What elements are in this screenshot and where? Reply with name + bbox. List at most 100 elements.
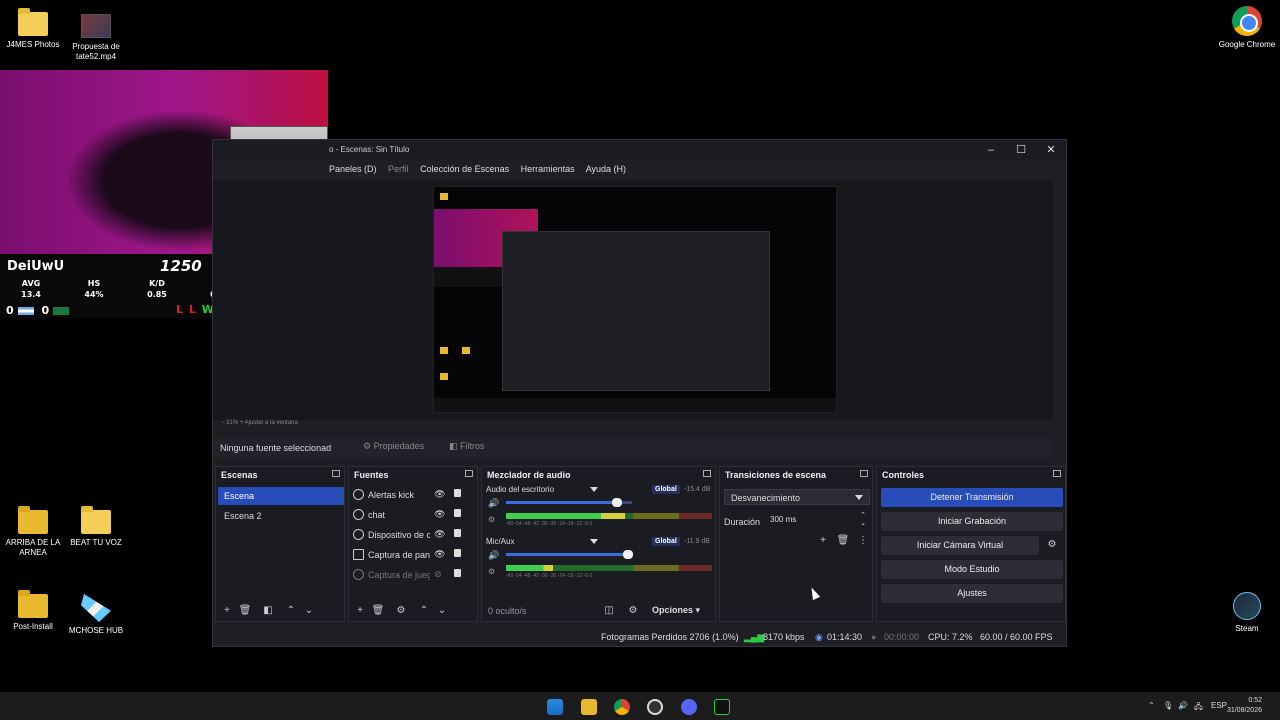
chevron-down-icon[interactable] — [590, 487, 598, 492]
add-icon[interactable]: + — [353, 605, 367, 617]
eye-icon[interactable]: 👁 — [434, 489, 445, 500]
minimize-button[interactable]: – — [981, 143, 1001, 157]
desktop-icon-google-chrome[interactable]: Google Chrome — [1214, 6, 1280, 50]
close-button[interactable]: ✕ — [1041, 143, 1061, 157]
trash-icon[interactable]: 🗑 — [836, 535, 850, 547]
studio-mode-button[interactable]: Modo Estudio — [881, 560, 1063, 579]
desktop-icon-mchose-hub[interactable]: MCHOSE HUB — [63, 594, 129, 636]
eye-icon[interactable]: 👁 — [434, 509, 445, 520]
mixer-channel-mic: Mic/Aux Global -11.9 dB 🔊 ⚙ -60 -54 -48 … — [486, 537, 712, 585]
eye-icon[interactable]: 👁 — [434, 549, 445, 560]
microphone-icon[interactable]: 🎙 — [1163, 701, 1173, 710]
more-options-icon[interactable]: ⋮ — [856, 535, 870, 547]
signal-icon: ▂▄▆ — [744, 632, 765, 642]
fps: 60.00 / 60.00 FPS — [980, 632, 1053, 642]
preview-obs-window — [502, 231, 770, 391]
add-icon[interactable]: + — [220, 605, 234, 617]
stepper-icon[interactable]: ⌃ ⌄ — [860, 512, 866, 528]
volume-knob[interactable] — [611, 498, 622, 507]
move-down-icon[interactable]: ⌄ — [435, 605, 449, 617]
filter-icon[interactable]: ◧ — [261, 605, 275, 617]
menu-perfil[interactable]: Perfil — [388, 164, 409, 174]
record-icon: ● — [871, 632, 877, 642]
move-up-icon[interactable]: ⌃ — [417, 605, 431, 617]
speaker-icon[interactable]: 🔊 — [1178, 701, 1188, 710]
volume-slider[interactable] — [506, 550, 634, 559]
network-icon[interactable]: 🖧 — [1194, 701, 1203, 715]
menu-paneles[interactable]: Paneles (D) — [329, 164, 377, 174]
source-item[interactable]: Dispositivo de c 👁 — [353, 526, 465, 544]
menu-coleccion-escenas[interactable]: Colección de Escenas — [420, 164, 509, 174]
source-item[interactable]: Alertas kick 👁 — [353, 486, 465, 504]
layout-icon[interactable]: ◫ — [602, 605, 616, 617]
options-button[interactable]: Opciones ▾ — [652, 605, 700, 616]
clock-date: 31/08/2026 — [1226, 707, 1262, 714]
chevron-up-icon[interactable]: ⌃ — [1148, 701, 1155, 710]
desktop-icon-j4mes-photos[interactable]: J4MES Photos — [0, 8, 66, 50]
move-down-icon[interactable]: ⌄ — [302, 605, 316, 617]
duration-input[interactable]: 300 ms ⌃ ⌄ — [766, 512, 870, 528]
maximize-button[interactable]: ☐ — [1011, 143, 1031, 157]
source-item[interactable]: chat 👁 — [353, 506, 465, 524]
volume-slider[interactable] — [506, 498, 632, 507]
channel-settings-icon[interactable]: ⚙ — [488, 567, 495, 576]
stream-preview[interactable] — [433, 186, 837, 413]
result-loss: L — [188, 303, 197, 316]
start-recording-button[interactable]: Iniciar Grabación — [881, 512, 1063, 531]
trash-icon[interactable]: 🗑 — [371, 605, 385, 617]
gear-icon[interactable]: ⚙ — [1045, 539, 1059, 551]
discord-icon[interactable] — [681, 699, 697, 715]
lock-icon[interactable] — [454, 509, 461, 517]
add-icon[interactable]: + — [816, 535, 830, 547]
advanced-audio-icon[interactable]: ⚙ — [626, 605, 640, 617]
global-badge: Global — [652, 485, 680, 494]
source-item[interactable]: Captura de pan 👁 — [353, 546, 465, 564]
desktop-icon-beat-tu-voz[interactable]: BEAT TU VOZ — [63, 506, 129, 548]
trash-icon[interactable]: 🗑 — [238, 605, 252, 617]
start-virtual-camera-button[interactable]: Iniciar Cámara Virtual — [881, 536, 1039, 555]
chrome-icon[interactable] — [614, 699, 630, 715]
undock-icon[interactable] — [1053, 470, 1061, 477]
kick-icon[interactable] — [714, 699, 730, 715]
source-item[interactable]: Captura de jueg ⊘ — [353, 566, 465, 584]
undock-icon[interactable] — [465, 470, 473, 477]
menu-herramientas[interactable]: Herramientas — [521, 164, 575, 174]
chevron-down-icon[interactable] — [590, 539, 598, 544]
channel-settings-icon[interactable]: ⚙ — [488, 515, 495, 524]
gear-icon[interactable]: ⚙ — [394, 605, 408, 617]
zoom-controls[interactable]: − 31% + Ajustar a la ventana — [221, 420, 298, 426]
undock-icon[interactable] — [332, 470, 340, 477]
volume-knob[interactable] — [623, 550, 634, 559]
lock-icon[interactable] — [454, 549, 461, 557]
lock-icon[interactable] — [454, 529, 461, 537]
speaker-icon[interactable]: 🔊 — [488, 550, 499, 561]
scene-item[interactable]: Escena 2 — [218, 507, 344, 525]
eye-hidden-icon[interactable]: ⊘ — [434, 569, 442, 580]
lock-icon[interactable] — [454, 489, 461, 497]
desktop-icon-post-install[interactable]: Post-Install — [0, 590, 66, 632]
chrome-icon — [1232, 6, 1262, 36]
desktop-icon-propuesta-video[interactable]: Propuesta de tate52.mp4 — [63, 14, 129, 62]
windows-start-icon[interactable] — [547, 699, 563, 715]
undock-icon[interactable] — [860, 470, 868, 477]
system-clock[interactable]: 0:52 31/08/2026 — [1227, 696, 1262, 716]
title-bar[interactable]: o - Escenas: Sin Título – ☐ ✕ — [213, 140, 1066, 160]
transition-select[interactable]: Desvanecimiento — [724, 489, 870, 505]
desktop-icon-steam[interactable]: Steam — [1214, 592, 1280, 634]
move-up-icon[interactable]: ⌃ — [284, 605, 298, 617]
stop-streaming-button[interactable]: Detener Transmisión — [881, 488, 1063, 507]
global-badge: Global — [652, 537, 680, 546]
scene-item[interactable]: Escena — [218, 487, 344, 505]
settings-button[interactable]: Ajustes — [881, 584, 1063, 603]
eye-icon[interactable]: 👁 — [434, 529, 445, 540]
speaker-icon[interactable]: 🔊 — [488, 498, 499, 509]
obs-icon[interactable] — [647, 699, 663, 715]
lock-icon[interactable] — [454, 569, 461, 577]
properties-button[interactable]: ⚙ Propiedades — [363, 441, 424, 456]
menu-ayuda[interactable]: Ayuda (H) — [586, 164, 626, 174]
desktop-icon-arriba-de-la-arnea[interactable]: ARRIBA DE LA ARNEA — [0, 506, 66, 558]
file-explorer-icon[interactable] — [581, 699, 597, 715]
undock-icon[interactable] — [703, 470, 711, 477]
language-indicator[interactable]: ESP — [1211, 701, 1227, 710]
filters-button[interactable]: ◧ Filtros — [449, 441, 485, 456]
